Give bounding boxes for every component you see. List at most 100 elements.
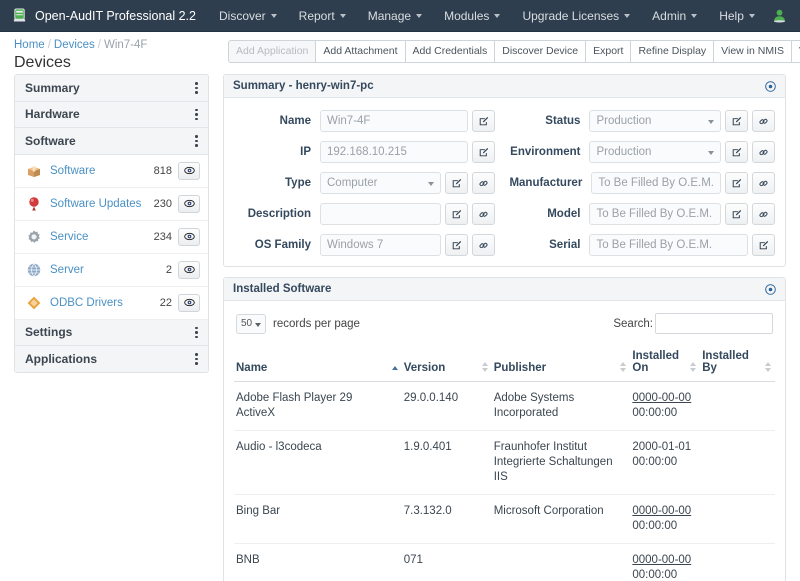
refine-display-button[interactable]: Refine Display: [630, 40, 714, 63]
chevron-down-icon: [428, 182, 435, 186]
records-per-page-select[interactable]: 50: [236, 313, 266, 334]
sidebar-group-software[interactable]: Software: [15, 128, 208, 155]
sidebar-group-hardware[interactable]: Hardware: [15, 101, 208, 128]
minus-circle-icon[interactable]: [765, 80, 776, 92]
sidebar-group-settings-label: Settings: [25, 325, 73, 340]
os-family-input[interactable]: Windows 7: [320, 234, 442, 256]
environment-edit-button[interactable]: [725, 141, 748, 163]
os-family-edit-button[interactable]: [445, 234, 469, 256]
status-edit-button[interactable]: [725, 110, 748, 132]
column-header-installed-by[interactable]: Installed By: [700, 344, 775, 382]
sidebar-item-odbc-drivers[interactable]: ODBC Drivers 22: [15, 286, 208, 320]
type-select[interactable]: Computer: [320, 172, 442, 194]
column-header-name[interactable]: Name: [234, 344, 402, 382]
add-attachment-button[interactable]: Add Attachment: [315, 40, 405, 63]
odbc-drivers-eye-button[interactable]: [178, 293, 200, 312]
description-edit-button[interactable]: [445, 203, 469, 225]
nav-item-modules-label: Modules: [444, 8, 490, 23]
installed-on-date-link[interactable]: 0000-00-00: [632, 554, 691, 566]
sidebar-item-software-updates-label: Software Updates: [50, 197, 142, 210]
nav-item-upgrade-licenses[interactable]: Upgrade Licenses: [511, 2, 641, 30]
serial-edit-button[interactable]: [752, 234, 775, 256]
column-header-version-label: Version: [403, 362, 446, 374]
model-input[interactable]: To Be Filled By O.E.M.: [589, 203, 721, 225]
navbar-left-group: Open-AudIT Professional 2.2 Discover Rep…: [10, 2, 433, 30]
field-row-type: Type Computer: [234, 172, 496, 194]
installed-on-date-link[interactable]: 0000-00-00: [632, 392, 691, 404]
model-link-button[interactable]: [752, 203, 775, 225]
environment-field-wrap: Production: [589, 141, 775, 163]
nav-item-user[interactable]: User: admin: [793, 2, 800, 30]
sort-icon: [481, 362, 488, 372]
installed-on-time: 00:00:00: [632, 569, 678, 581]
breadcrumb-home[interactable]: Home: [14, 39, 45, 51]
nav-item-modules[interactable]: Modules: [433, 2, 511, 30]
sidebar-item-software-updates[interactable]: Software Updates 230: [15, 187, 208, 221]
user-avatar-icon[interactable]: [766, 1, 793, 30]
export-button[interactable]: Export: [585, 40, 631, 63]
kebab-menu-icon[interactable]: [195, 133, 198, 149]
software-updates-eye-button[interactable]: [178, 194, 200, 213]
view-in-nmis-button[interactable]: View in NMIS: [713, 40, 791, 63]
sidebar-item-server[interactable]: Server 2: [15, 253, 208, 287]
sidebar-item-odbc-drivers-label: ODBC Drivers: [50, 296, 123, 309]
type-link-button[interactable]: [472, 172, 496, 194]
kebab-menu-icon[interactable]: [195, 80, 198, 96]
manufacturer-edit-button[interactable]: [725, 172, 748, 194]
sidebar-group-applications[interactable]: Applications: [15, 346, 208, 372]
name-edit-button[interactable]: [472, 110, 496, 132]
sidebar-group-settings[interactable]: Settings: [15, 319, 208, 346]
name-input[interactable]: Win7-4F: [320, 110, 469, 132]
globe-icon: [26, 262, 42, 278]
installed-software-panel-title: Installed Software: [233, 283, 332, 295]
nav-item-manage[interactable]: Manage: [357, 2, 433, 30]
server-eye-button[interactable]: [178, 260, 200, 279]
environment-link-button[interactable]: [752, 141, 775, 163]
description-input[interactable]: [320, 203, 442, 225]
brand[interactable]: Open-AudIT Professional 2.2: [10, 8, 208, 23]
sidebar-item-odbc-drivers-count: 22: [159, 296, 172, 309]
kebab-menu-icon[interactable]: [195, 325, 198, 341]
nav-item-report[interactable]: Report: [288, 2, 357, 30]
nav-item-admin[interactable]: Admin: [641, 2, 708, 30]
sort-ascending-icon: [391, 366, 398, 372]
kebab-menu-icon[interactable]: [195, 107, 198, 123]
installed-on-date-link[interactable]: 0000-00-00: [632, 505, 691, 517]
add-credentials-button[interactable]: Add Credentials: [404, 40, 495, 63]
cell-name: Audio - l3codeca: [234, 430, 402, 495]
breadcrumb-devices[interactable]: Devices: [54, 39, 95, 51]
kebab-menu-icon[interactable]: [195, 351, 198, 367]
ip-edit-button[interactable]: [472, 141, 496, 163]
manufacturer-input[interactable]: To Be Filled By O.E.M.: [591, 172, 721, 194]
sidebar-group-summary[interactable]: Summary: [15, 75, 208, 102]
installed-on-date: 2000-01-01: [632, 441, 692, 453]
service-eye-button[interactable]: [178, 227, 200, 246]
minus-circle-icon[interactable]: [765, 283, 776, 295]
column-header-version[interactable]: Version: [401, 344, 492, 382]
environment-select[interactable]: Production: [589, 141, 721, 163]
model-edit-button[interactable]: [725, 203, 748, 225]
description-link-button[interactable]: [472, 203, 496, 225]
column-header-installed-on[interactable]: Installed On: [630, 344, 701, 382]
environment-label: Environment: [510, 146, 581, 158]
sidebar-item-service[interactable]: Service 234: [15, 220, 208, 254]
field-row-model: Model To Be Filled By O.E.M.: [509, 203, 775, 225]
add-application-button[interactable]: Add Application: [228, 40, 316, 63]
os-family-link-button[interactable]: [472, 234, 496, 256]
breadcrumb-separator: /: [47, 39, 51, 51]
manufacturer-link-button[interactable]: [752, 172, 775, 194]
serial-input[interactable]: To Be Filled By O.E.M.: [589, 234, 748, 256]
software-eye-button[interactable]: [178, 161, 200, 180]
gear-icon: [26, 229, 42, 245]
status-select[interactable]: Production: [589, 110, 721, 132]
discover-device-button[interactable]: Discover Device: [494, 40, 586, 63]
nav-item-discover[interactable]: Discover: [208, 2, 288, 30]
view-in-open-audit-button[interactable]: View in Open-AudIT: [791, 40, 800, 63]
nav-item-help[interactable]: Help: [708, 2, 766, 30]
column-header-publisher[interactable]: Publisher: [491, 344, 631, 382]
status-link-button[interactable]: [752, 110, 775, 132]
type-edit-button[interactable]: [445, 172, 469, 194]
sidebar-item-software[interactable]: Software 818: [15, 154, 208, 188]
search-input[interactable]: [655, 313, 773, 334]
ip-input[interactable]: 192.168.10.215: [320, 141, 469, 163]
